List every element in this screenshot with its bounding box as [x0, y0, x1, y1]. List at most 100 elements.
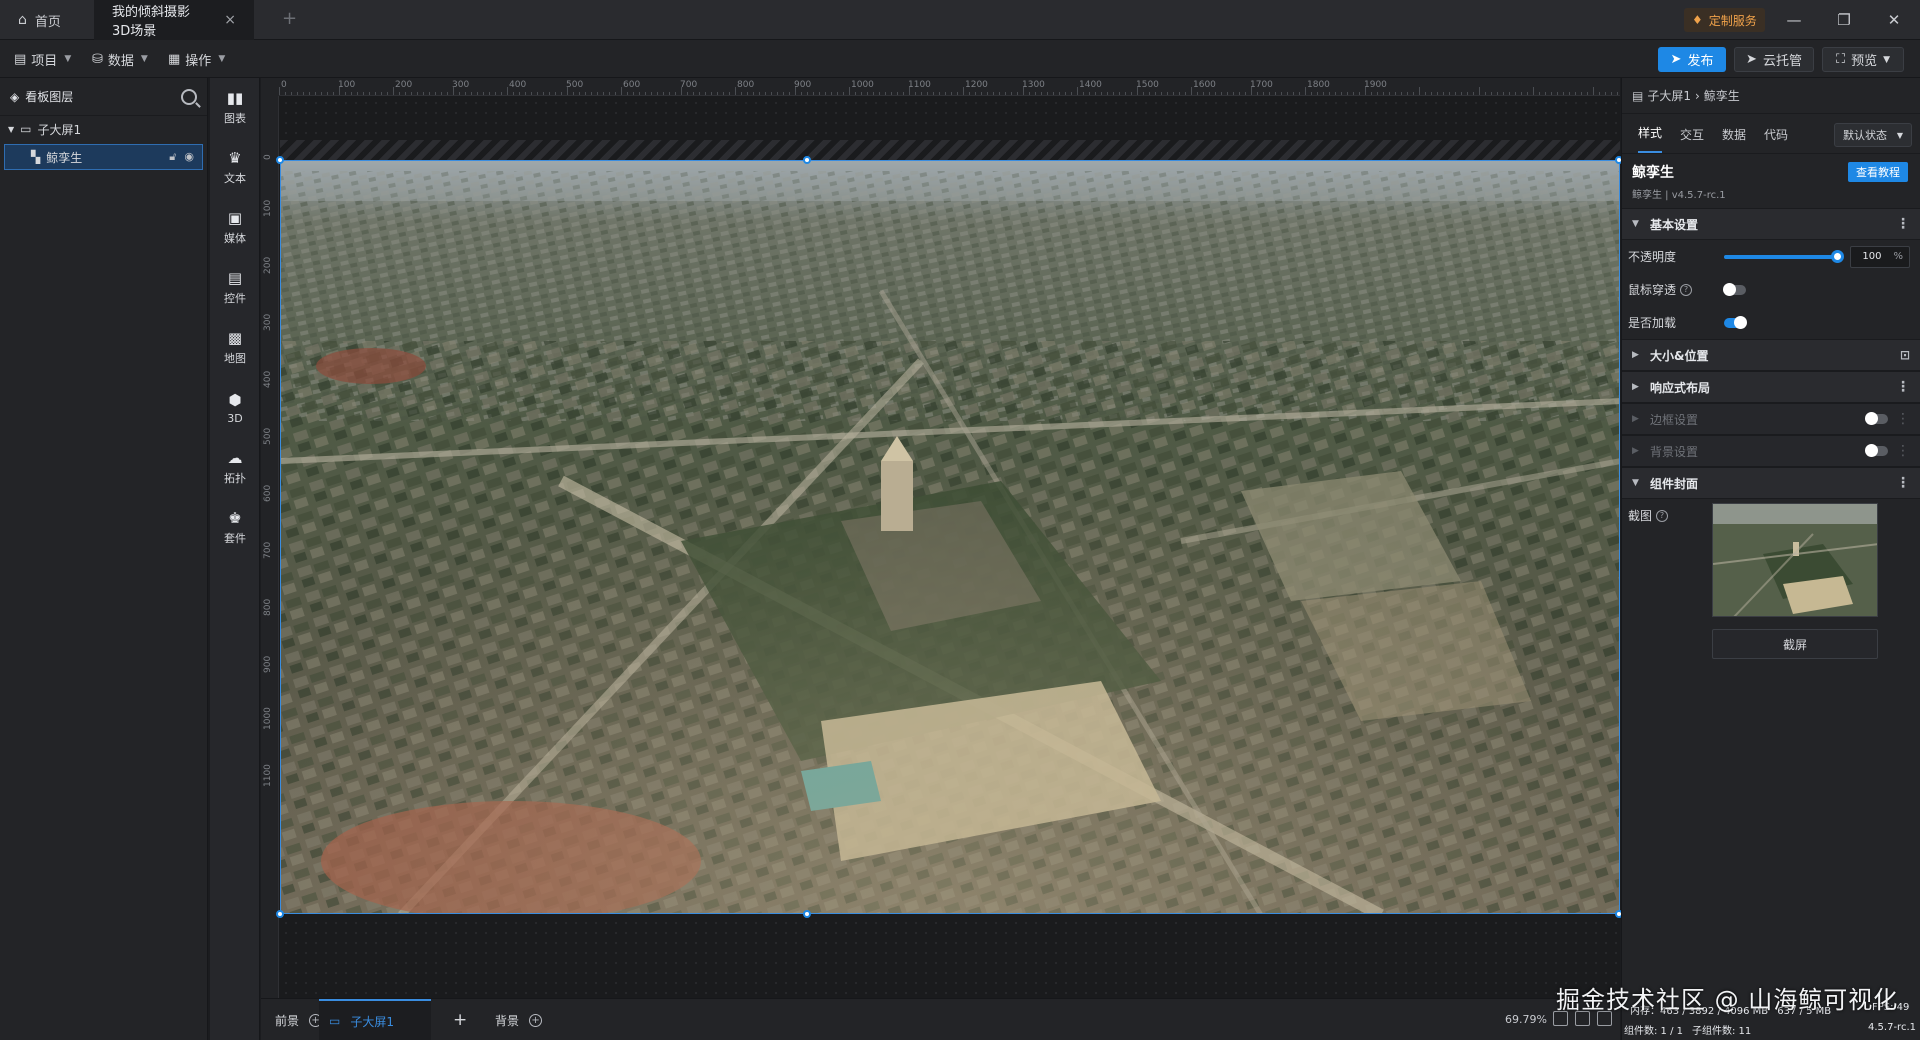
- search-icon[interactable]: [181, 88, 197, 105]
- add-screen-button[interactable]: +: [453, 999, 467, 1040]
- layer-item[interactable]: ▚ 鲸孪生 🔓︎ ◉: [4, 144, 203, 170]
- section-size-position[interactable]: ▶ 大小&位置 ⊡: [1622, 339, 1920, 371]
- help-icon[interactable]: ?: [1680, 283, 1693, 296]
- cover-thumbnail: [1712, 503, 1878, 617]
- more-vertical-icon[interactable]: ⋮: [1896, 379, 1910, 395]
- menu-project[interactable]: ▤ 项目 ▼: [14, 48, 71, 70]
- ruler-tick: [339, 87, 340, 95]
- component-chart[interactable]: ▮▮ 图表: [210, 78, 260, 138]
- 3d-scene-viewport[interactable]: [280, 160, 1620, 914]
- border-toggle[interactable]: [1865, 412, 1888, 425]
- section-cover[interactable]: ▼ 组件封面 ⋮: [1622, 467, 1920, 499]
- opacity-input[interactable]: 100 %: [1850, 245, 1910, 268]
- ruler-tick: [945, 92, 946, 95]
- screen-tab[interactable]: ▭ 子大屏1: [319, 999, 431, 1040]
- ruler-tick: [1551, 92, 1552, 95]
- cover-thumbnail-image: [1713, 504, 1877, 616]
- tab-code[interactable]: 代码: [1764, 126, 1788, 153]
- preview-button[interactable]: ⛶ 预览 ▼: [1822, 47, 1904, 72]
- tab-interaction[interactable]: 交互: [1680, 126, 1704, 153]
- tab-style[interactable]: 样式: [1638, 124, 1663, 153]
- add-circle-icon[interactable]: +: [529, 1013, 543, 1027]
- close-tab-icon[interactable]: ×: [224, 12, 236, 28]
- breadcrumb-separator: ›: [1694, 88, 1700, 103]
- section-basic[interactable]: ▼ 基本设置 ⋮: [1622, 208, 1920, 240]
- menu-data[interactable]: ⛁ 数据 ▼: [92, 48, 148, 70]
- mouse-through-toggle[interactable]: [1723, 282, 1746, 296]
- ruler-tick-label: 500: [566, 80, 584, 90]
- editor-canvas[interactable]: 0 100 200 300 400 500 600 700 800 900 1000 1100 1200…: [261, 78, 1623, 998]
- caret-right-icon: ▶: [1632, 414, 1639, 424]
- resize-handle-bottom-left[interactable]: [276, 910, 284, 918]
- canvas-top-margin: [280, 140, 1620, 160]
- cloud-hosting-button[interactable]: ➤ 云托管: [1734, 47, 1814, 72]
- toggle-knob: [1865, 412, 1878, 425]
- ruler-tick: [1191, 87, 1192, 95]
- component-control-label: 控件: [224, 292, 246, 305]
- component-kit[interactable]: ♚ 套件: [210, 498, 260, 558]
- custom-service-button[interactable]: ♦ 定制服务: [1684, 8, 1765, 32]
- screenshot-button[interactable]: 截屏: [1712, 629, 1878, 659]
- monitor-icon: ▤: [1632, 88, 1644, 103]
- layer-group[interactable]: ▼ ▭ 子大屏1: [0, 116, 207, 142]
- ruler-tick: [1287, 92, 1288, 95]
- ruler-tick: [759, 92, 760, 95]
- component-map[interactable]: ▩ 地图: [210, 318, 260, 378]
- ruler-tick: [681, 87, 682, 95]
- ruler-tick-label: 1000: [851, 80, 874, 90]
- ruler-tick-label: 300: [263, 313, 273, 331]
- publish-button[interactable]: ➤ 发布: [1658, 47, 1726, 72]
- caret-down-icon: ▼: [8, 124, 15, 134]
- send-icon: ➤: [1670, 52, 1682, 67]
- close-window-icon[interactable]: ✕: [1880, 6, 1908, 34]
- tab-home[interactable]: ⌂ 首页: [0, 0, 92, 40]
- more-vertical-icon[interactable]: ⋮: [1896, 443, 1910, 459]
- menu-operation[interactable]: ▦ 操作 ▼: [168, 48, 225, 70]
- component-topology[interactable]: ☁ 拓扑: [210, 438, 260, 498]
- resize-handle-top[interactable]: [803, 156, 811, 164]
- help-icon[interactable]: ?: [1656, 509, 1669, 522]
- background-tab[interactable]: 背景 +: [487, 999, 550, 1040]
- load-toggle[interactable]: [1724, 315, 1747, 329]
- tab-data[interactable]: 数据: [1722, 126, 1746, 153]
- tutorial-button[interactable]: 查看教程: [1848, 162, 1908, 182]
- unlock-icon[interactable]: 🔓︎: [169, 150, 176, 164]
- background-toggle[interactable]: [1865, 444, 1888, 457]
- tab-scene[interactable]: 我的倾斜摄影3D场景 ×: [94, 0, 254, 40]
- component-3d[interactable]: ⬢ 3D: [210, 378, 260, 438]
- ruler-tick: [321, 92, 322, 95]
- ruler-tick: [573, 92, 574, 95]
- component-media[interactable]: ▣ 媒体: [210, 198, 260, 258]
- eye-icon[interactable]: ◉: [184, 150, 194, 164]
- section-border-label: 边框设置: [1650, 412, 1699, 427]
- ruler-tick-label: 900: [794, 80, 812, 90]
- more-vertical-icon[interactable]: ⋮: [1896, 411, 1910, 427]
- component-text[interactable]: ♛ 文本: [210, 138, 260, 198]
- ruler-tick: [1143, 92, 1144, 95]
- more-vertical-icon[interactable]: ⋮: [1896, 216, 1910, 232]
- state-select[interactable]: 默认状态 ▼: [1834, 123, 1912, 147]
- ruler-tick: [531, 92, 532, 95]
- zoom-level[interactable]: 69.79%: [1505, 1013, 1547, 1026]
- ruler-tick: [1299, 92, 1300, 95]
- opacity-slider[interactable]: [1724, 249, 1844, 263]
- ruler-tick: [1467, 92, 1468, 95]
- restore-icon[interactable]: ❐: [1830, 6, 1858, 34]
- ruler-tick-label: 1300: [1022, 80, 1045, 90]
- new-tab-button[interactable]: +: [282, 8, 297, 29]
- section-responsive[interactable]: ▶ 响应式布局 ⋮: [1622, 371, 1920, 403]
- chevron-down-icon: ▼: [1896, 130, 1903, 140]
- monitor-icon: ▭: [20, 122, 32, 136]
- resize-handle-top-left[interactable]: [276, 156, 284, 164]
- section-border[interactable]: ▶ 边框设置 ⋮: [1622, 403, 1920, 435]
- lock-icon[interactable]: ⊡: [1900, 348, 1910, 362]
- ruler-tick: [705, 92, 706, 95]
- breadcrumb-parent[interactable]: 子大屏1: [1647, 87, 1691, 104]
- more-vertical-icon[interactable]: ⋮: [1896, 475, 1910, 491]
- section-background[interactable]: ▶ 背景设置 ⋮: [1622, 435, 1920, 467]
- ruler-tick: [1215, 92, 1216, 95]
- resize-handle-bottom[interactable]: [803, 910, 811, 918]
- opacity-slider-knob[interactable]: [1831, 249, 1844, 263]
- minimize-icon[interactable]: —: [1780, 6, 1808, 34]
- component-control[interactable]: ▤ 控件: [210, 258, 260, 318]
